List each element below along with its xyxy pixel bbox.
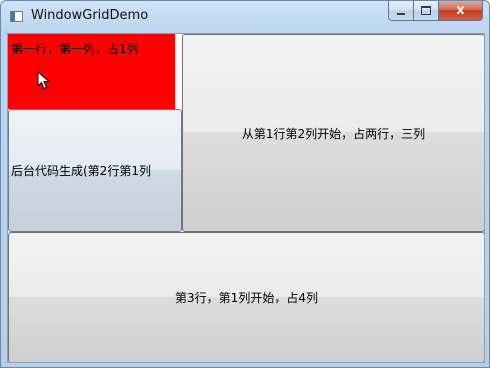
title-bar[interactable]: WindowGridDemo x	[1, 1, 489, 31]
row3-col1-span-button[interactable]: 第3行，第1列开始，占4列	[8, 232, 484, 362]
red-cell-label: 第一行，第一列，占1列	[11, 42, 139, 56]
row1-col2-span-button-label: 从第1行第2列开始，占两行，三列	[241, 126, 426, 141]
code-generated-button-label: 后台代码生成(第2行第1列	[11, 164, 151, 178]
row1-col2-span-button[interactable]: 从第1行第2列开始，占两行，三列	[182, 34, 484, 232]
red-cell-row1-col1: 第一行，第一列，占1列	[8, 34, 175, 109]
caption-buttons: x	[388, 1, 483, 21]
code-generated-button[interactable]: 后台代码生成(第2行第1列	[8, 109, 182, 232]
row3-col1-span-button-label: 第3行，第1列开始，占4列	[175, 291, 318, 305]
minimize-icon	[397, 12, 405, 15]
mouse-pointer-icon	[37, 71, 51, 90]
application-window: WindowGridDemo x 第一行，第一列，占1列 后台代码生成(第2行第…	[0, 0, 490, 368]
maximize-button[interactable]	[414, 1, 439, 21]
grid-client-area: 第一行，第一列，占1列 后台代码生成(第2行第1列 从第1行第2列开始，占两行，…	[7, 33, 485, 363]
window-title: WindowGridDemo	[31, 8, 149, 23]
close-button[interactable]: x	[439, 1, 483, 21]
window-icon[interactable]	[10, 11, 23, 22]
minimize-button[interactable]	[388, 1, 414, 21]
maximize-icon	[421, 6, 431, 15]
close-icon: x	[456, 3, 465, 18]
